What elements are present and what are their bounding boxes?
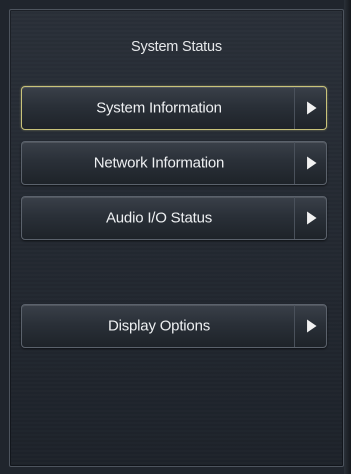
chevron-right-icon xyxy=(306,319,317,333)
network-information-button[interactable]: Network Information xyxy=(21,141,327,185)
chevron-right-icon xyxy=(306,156,317,170)
chevron-right-icon xyxy=(306,101,317,115)
audio-io-status-arrow xyxy=(294,197,326,239)
audio-io-status-label: Audio I/O Status xyxy=(105,209,213,227)
system-information-label: System Information xyxy=(96,99,222,117)
screen-frame: System Status System Information Network… xyxy=(0,0,351,474)
window-edge xyxy=(344,0,351,474)
system-information-arrow xyxy=(294,87,326,129)
chevron-right-icon xyxy=(306,211,317,225)
display-options-label: Display Options xyxy=(107,317,211,335)
page-title: System Status xyxy=(131,39,222,55)
display-options-button[interactable]: Display Options xyxy=(21,304,327,348)
audio-io-status-button[interactable]: Audio I/O Status xyxy=(21,196,327,240)
network-information-arrow xyxy=(294,142,326,184)
network-information-label: Network Information xyxy=(93,154,225,172)
system-information-button[interactable]: System Information xyxy=(21,86,327,130)
display-options-arrow xyxy=(294,305,326,347)
